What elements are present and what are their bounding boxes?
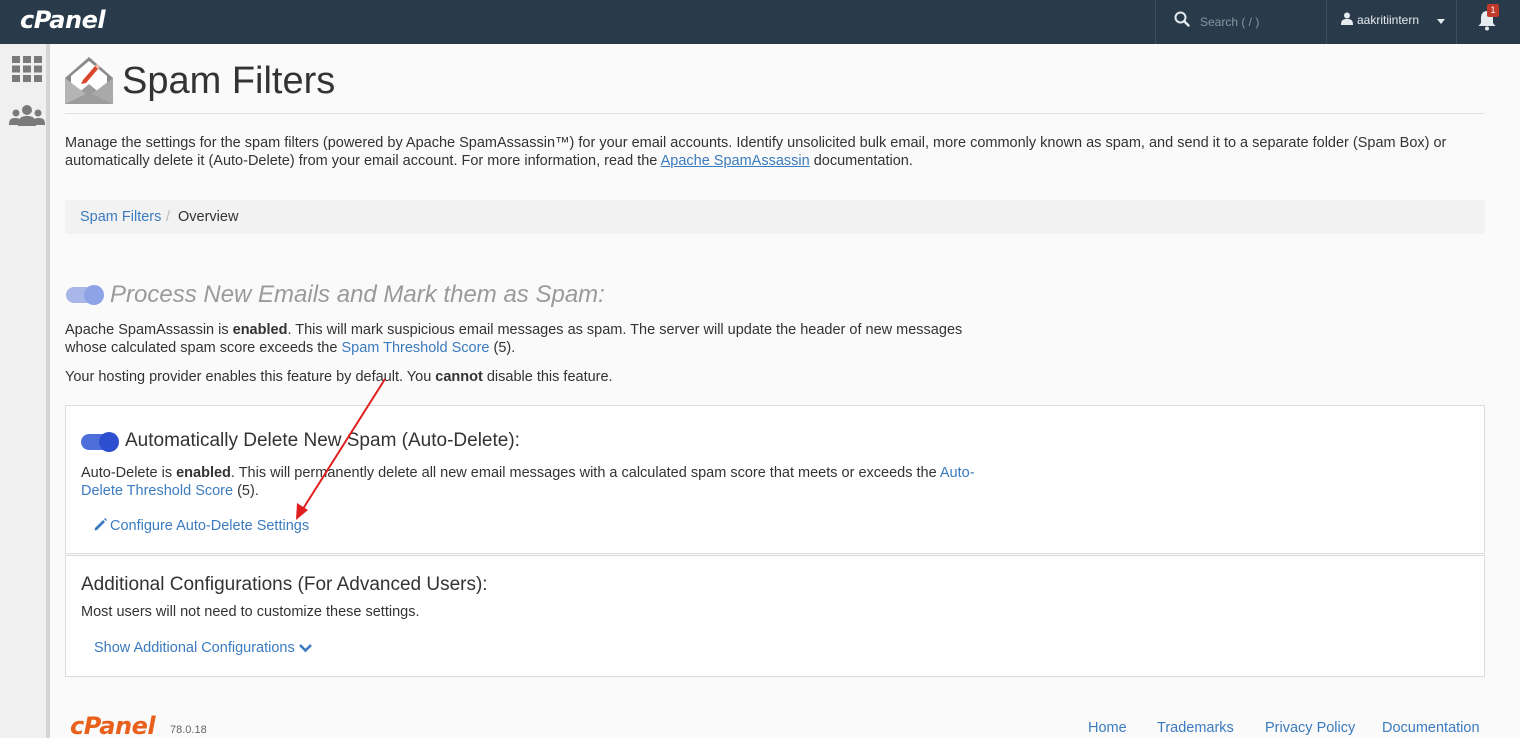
- user-menu[interactable]: aakritiintern: [1327, 0, 1457, 44]
- text-part: Auto-Delete is: [81, 465, 177, 481]
- apps-grid-icon[interactable]: [12, 56, 42, 82]
- users-icon[interactable]: [9, 104, 45, 128]
- top-bar: cPanel aakritiintern 1: [0, 0, 1520, 44]
- apache-spamassassin-link[interactable]: Apache SpamAssassin: [661, 153, 810, 169]
- sidebar: [0, 44, 50, 738]
- intro-text-part: documentation.: [809, 153, 913, 169]
- breadcrumb-overview: Overview: [178, 209, 239, 225]
- footer-privacy-link[interactable]: Privacy Policy: [1265, 720, 1355, 736]
- text-part: . This will permanently delete all new e…: [230, 465, 940, 481]
- breadcrumb-separator: /: [166, 209, 171, 225]
- cannot-emphasis: cannot: [435, 369, 483, 385]
- text-part: Apache SpamAssassin is: [65, 322, 233, 338]
- process-spam-toggle[interactable]: [66, 285, 104, 305]
- footer-trademarks-link[interactable]: Trademarks: [1157, 720, 1234, 736]
- toggle-knob: [84, 285, 104, 305]
- configure-auto-delete-link[interactable]: Configure Auto-Delete Settings: [94, 518, 309, 534]
- footer-cpanel-logo[interactable]: cPanel: [70, 712, 156, 738]
- username: aakritiintern: [1357, 13, 1420, 27]
- cpanel-logo[interactable]: cPanel: [20, 6, 106, 34]
- text-part: Your hosting provider enables this featu…: [65, 369, 436, 385]
- search-box: [1155, 0, 1327, 44]
- show-additional-config-link[interactable]: Show Additional Configurations: [94, 640, 312, 656]
- user-icon: [1341, 12, 1353, 25]
- breadcrumb-spam-filters[interactable]: Spam Filters: [80, 209, 161, 225]
- configure-label: Configure Auto-Delete Settings: [110, 518, 310, 534]
- search-icon: [1174, 11, 1190, 27]
- notification-badge: 1: [1487, 4, 1499, 17]
- intro-text: Manage the settings for the spam filters…: [65, 134, 1485, 170]
- additional-config-text: Most users will not need to customize th…: [81, 604, 420, 620]
- title-divider: [65, 113, 1484, 114]
- process-section-title: Process New Emails and Mark them as Spam…: [110, 281, 605, 308]
- provider-note: Your hosting provider enables this featu…: [65, 368, 613, 386]
- text-part: disable this feature.: [482, 369, 613, 385]
- text-part: (5).: [489, 340, 516, 356]
- spam-filters-envelope-icon: [65, 57, 113, 104]
- auto-delete-description: Auto-Delete is enabled. This will perman…: [81, 464, 991, 500]
- page-title: Spam Filters: [122, 60, 336, 102]
- pencil-icon: [94, 518, 107, 531]
- search-input[interactable]: [1200, 12, 1320, 32]
- auto-delete-title: Automatically Delete New Spam (Auto-Dele…: [125, 430, 520, 451]
- additional-config-title: Additional Configurations (For Advanced …: [81, 574, 488, 595]
- spam-threshold-score-link[interactable]: Spam Threshold Score: [341, 340, 489, 356]
- chevron-down-icon: [298, 644, 312, 653]
- enabled-status: enabled: [176, 465, 231, 481]
- toggle-knob: [99, 432, 119, 452]
- text-part: (5).: [233, 483, 259, 499]
- breadcrumb: Spam Filters / Overview: [65, 200, 1485, 234]
- process-description: Apache SpamAssassin is enabled. This wil…: [65, 321, 975, 357]
- footer-documentation-link[interactable]: Documentation: [1382, 720, 1480, 736]
- enabled-status: enabled: [232, 322, 288, 338]
- version-number: 78.0.18: [170, 724, 207, 736]
- chevron-down-icon: [1437, 19, 1445, 24]
- show-label: Show Additional Configurations: [94, 640, 295, 656]
- auto-delete-toggle[interactable]: [81, 432, 119, 452]
- footer-home-link[interactable]: Home: [1088, 720, 1127, 736]
